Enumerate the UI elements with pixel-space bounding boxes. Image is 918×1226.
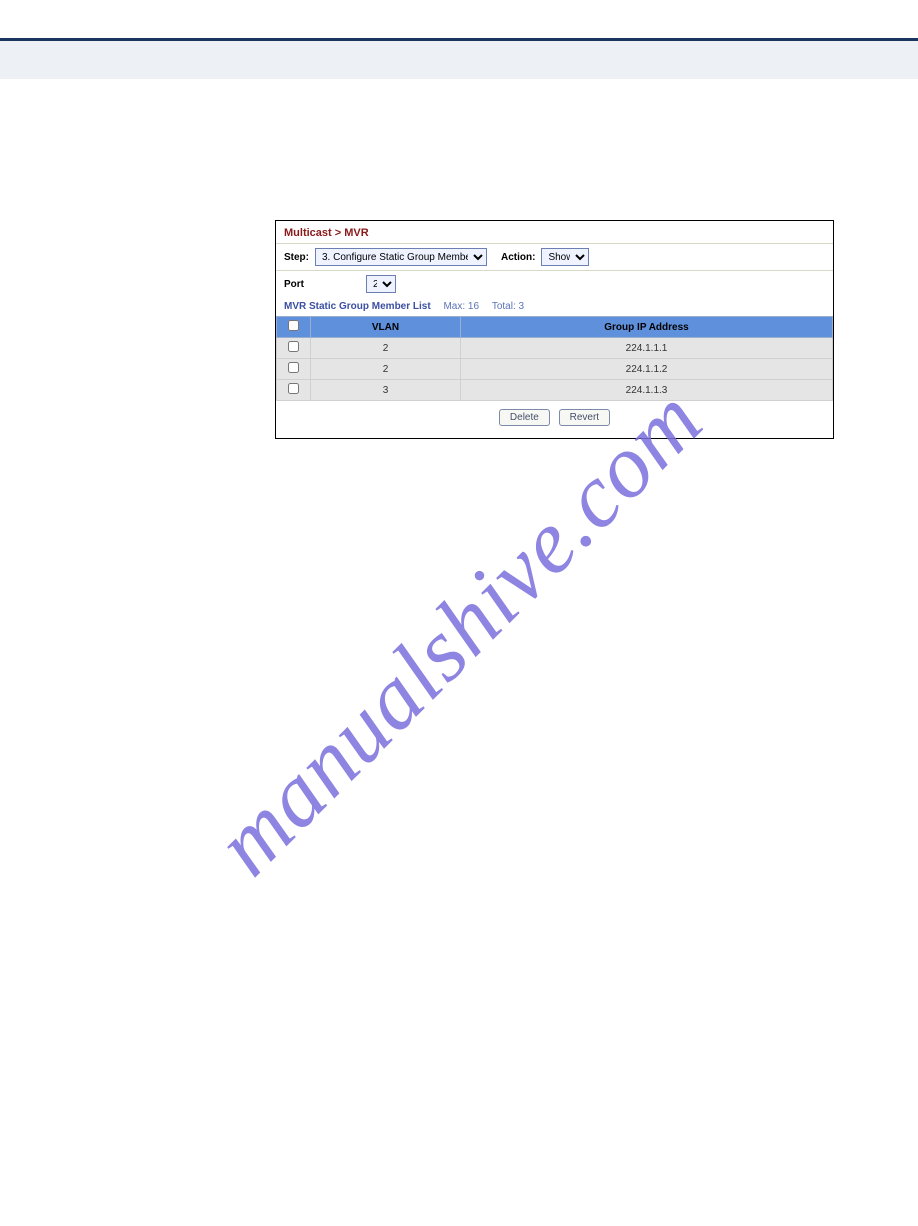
action-label: Action: bbox=[501, 252, 535, 263]
group-member-table: VLAN Group IP Address 2 224.1.1.1 2 224.… bbox=[276, 316, 833, 401]
vlan-header: VLAN bbox=[311, 317, 461, 338]
ip-cell: 224.1.1.1 bbox=[461, 338, 833, 359]
row-checkbox[interactable] bbox=[288, 362, 299, 373]
group-ip-header: Group IP Address bbox=[461, 317, 833, 338]
total-label: Total: 3 bbox=[492, 301, 524, 312]
ip-cell: 224.1.1.2 bbox=[461, 359, 833, 380]
step-select[interactable]: 3. Configure Static Group Member bbox=[315, 248, 487, 266]
table-header-row: VLAN Group IP Address bbox=[277, 317, 833, 338]
row-checkbox[interactable] bbox=[288, 341, 299, 352]
breadcrumb: Multicast > MVR bbox=[276, 221, 833, 243]
header-banner bbox=[0, 41, 918, 79]
port-row: Port 2 bbox=[276, 271, 833, 297]
mvr-config-panel: Multicast > MVR Step: 3. Configure Stati… bbox=[275, 220, 834, 439]
table-row: 2 224.1.1.1 bbox=[277, 338, 833, 359]
select-all-header bbox=[277, 317, 311, 338]
action-select[interactable]: Show bbox=[541, 248, 589, 266]
step-action-row: Step: 3. Configure Static Group Member A… bbox=[276, 244, 833, 270]
vlan-cell: 2 bbox=[311, 338, 461, 359]
vlan-cell: 2 bbox=[311, 359, 461, 380]
vlan-cell: 3 bbox=[311, 380, 461, 401]
table-row: 2 224.1.1.2 bbox=[277, 359, 833, 380]
table-row: 3 224.1.1.3 bbox=[277, 380, 833, 401]
revert-button[interactable]: Revert bbox=[559, 409, 610, 426]
ip-cell: 224.1.1.3 bbox=[461, 380, 833, 401]
port-select[interactable]: 2 bbox=[366, 275, 396, 293]
watermark-text: manualshive.com bbox=[195, 368, 722, 895]
max-label: Max: 16 bbox=[443, 301, 481, 312]
port-label: Port bbox=[284, 279, 304, 290]
delete-button[interactable]: Delete bbox=[499, 409, 550, 426]
list-header: MVR Static Group Member List Max: 16 Tot… bbox=[276, 297, 833, 316]
select-all-checkbox[interactable] bbox=[288, 320, 299, 331]
step-label: Step: bbox=[284, 252, 309, 263]
row-checkbox[interactable] bbox=[288, 383, 299, 394]
list-title: MVR Static Group Member List bbox=[284, 301, 431, 312]
button-row: Delete Revert bbox=[276, 401, 833, 428]
